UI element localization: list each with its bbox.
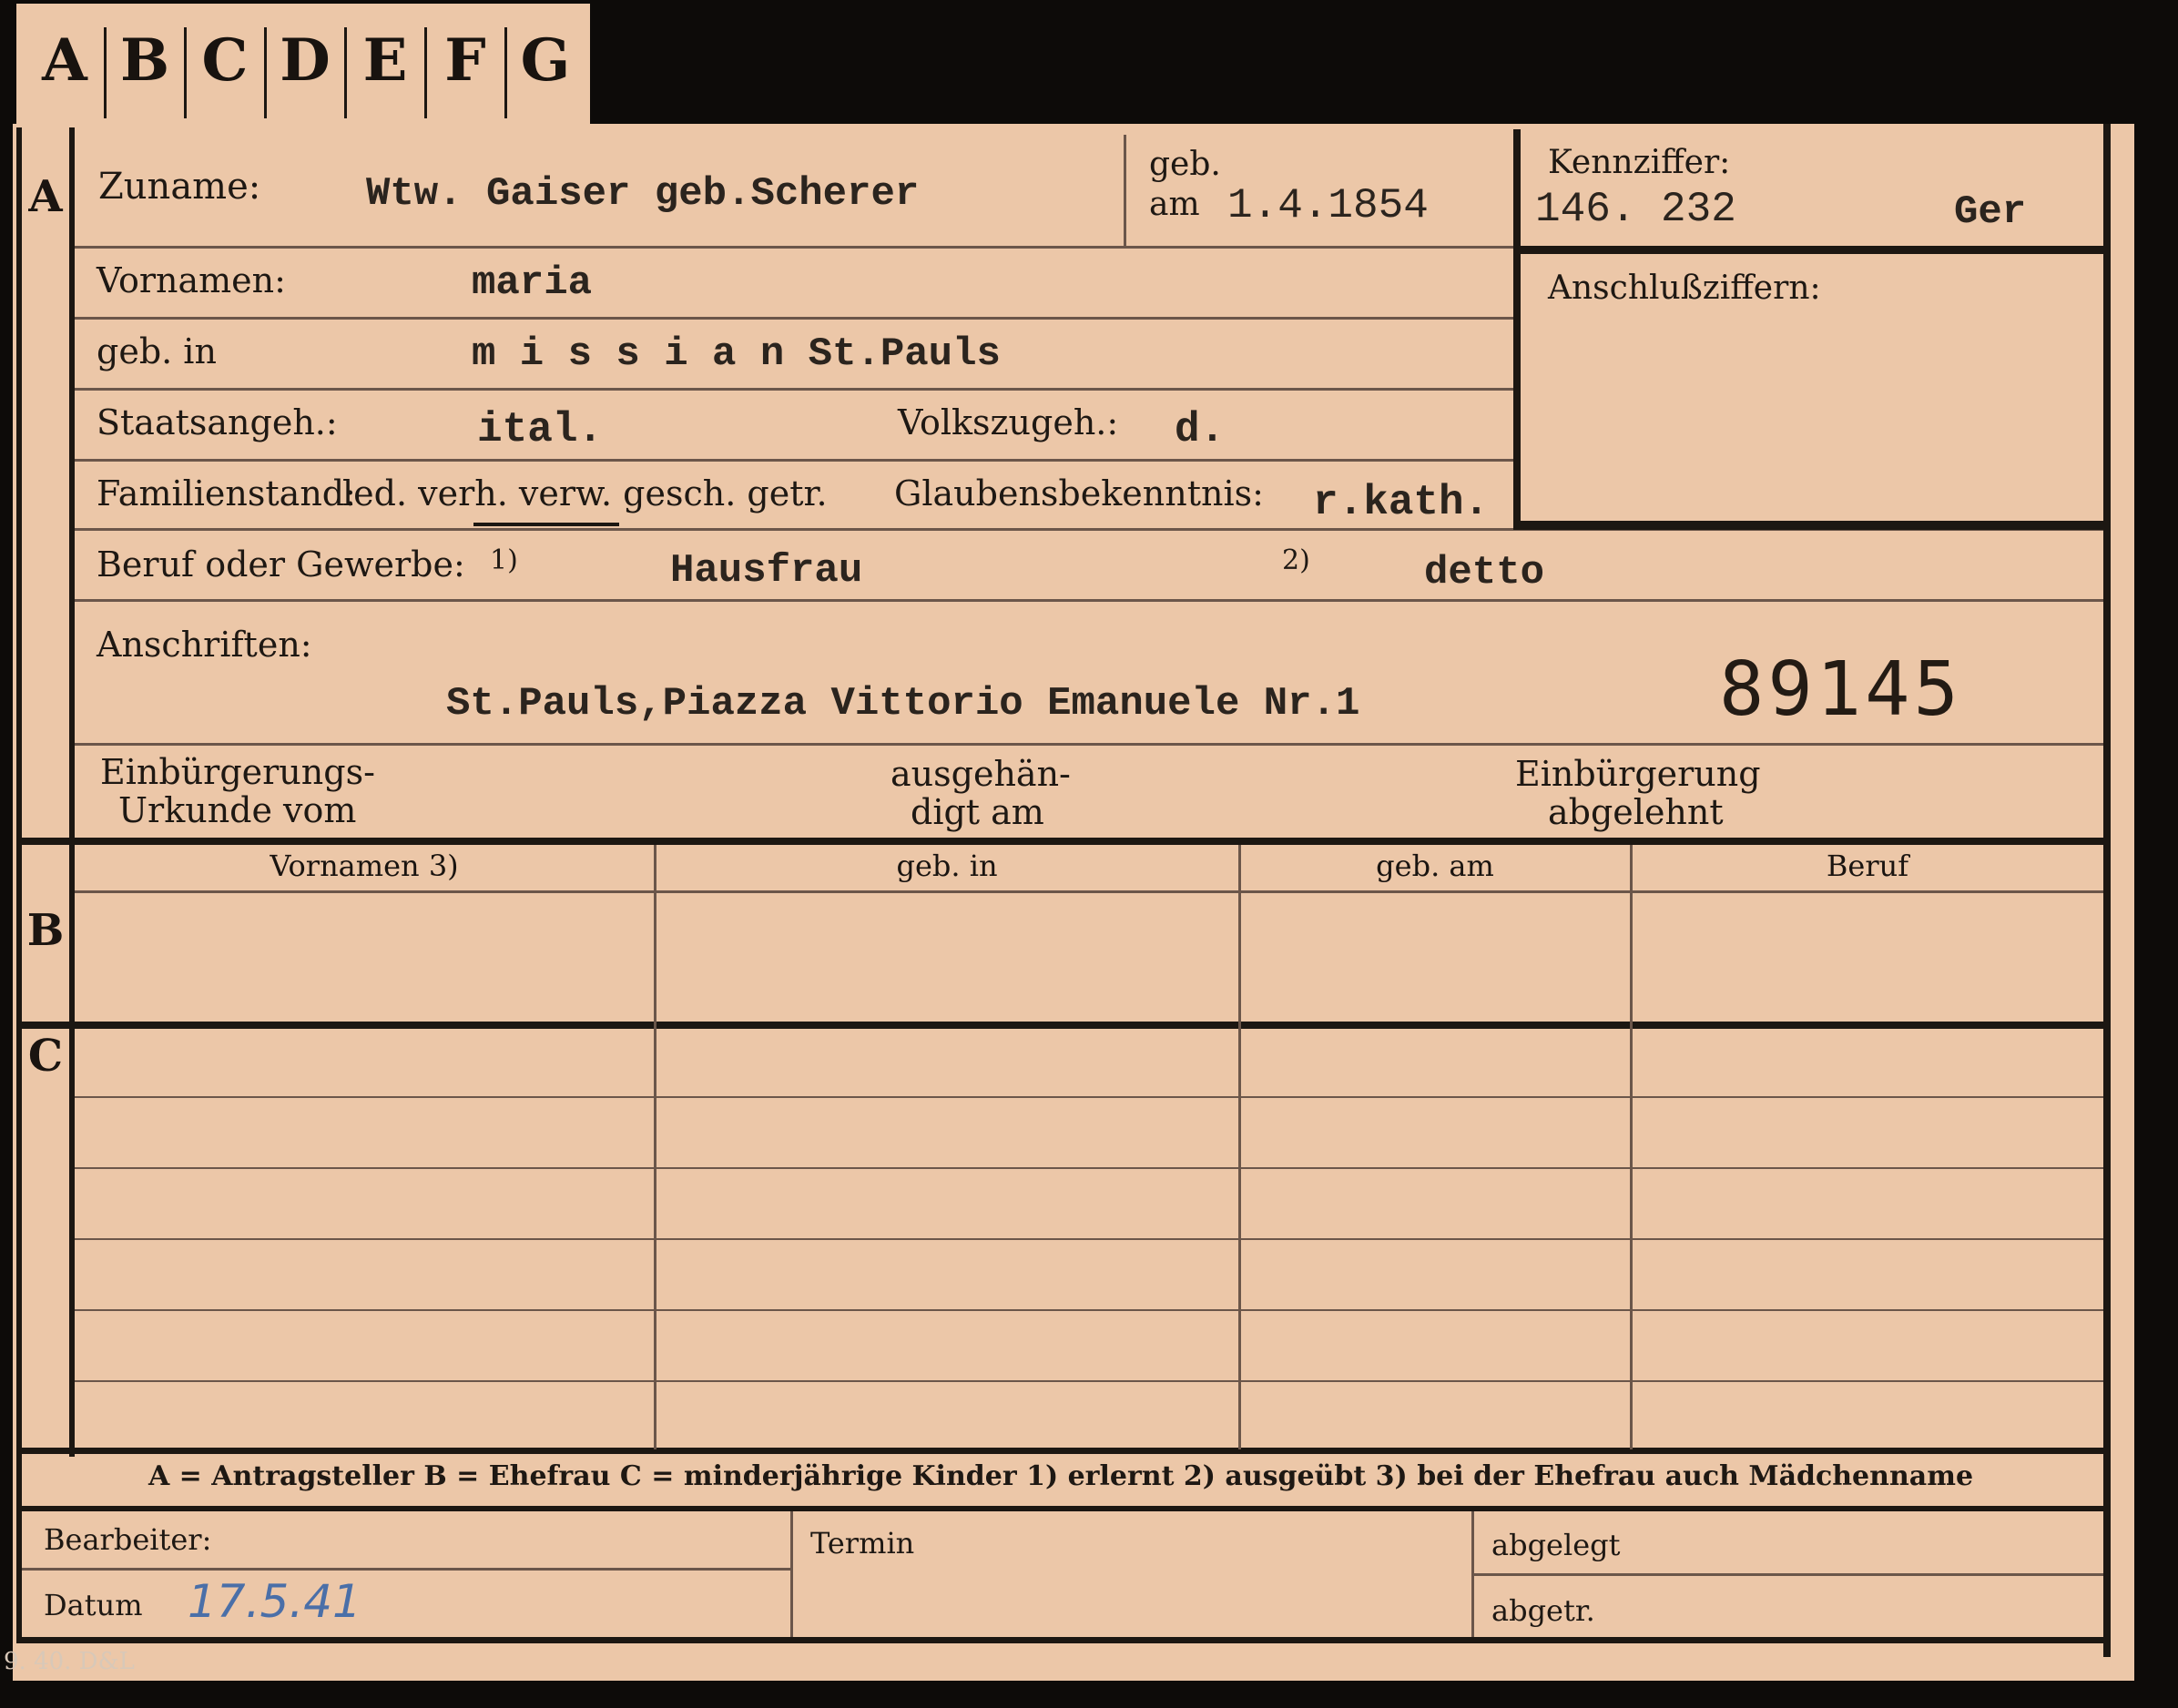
- geb-in-value: m i s s i a n St.Pauls: [472, 331, 1001, 377]
- glauben-value: r.kath.: [1313, 479, 1490, 526]
- familien-underline: [473, 523, 619, 526]
- tab-divider: [504, 27, 507, 118]
- geb-am-label-2: am: [1149, 186, 1200, 223]
- row-line: [75, 317, 1513, 320]
- footer-divider: [790, 1511, 793, 1637]
- termin-label: Termin: [810, 1526, 915, 1561]
- row-line: [75, 743, 2103, 746]
- staats-value: ital.: [477, 406, 604, 453]
- row-line: [75, 388, 1513, 391]
- section-a-spine: [69, 127, 75, 1457]
- table-header-vornamen: Vornamen 3): [270, 849, 459, 883]
- anschriften-value: St.Pauls,Piazza Vittorio Emanuele Nr.1: [446, 681, 1360, 727]
- row-line: [75, 246, 1513, 249]
- frame-right: [2103, 124, 2111, 1657]
- einb-abgelehnt-label-2: abgelehnt: [1548, 792, 1724, 832]
- ausgehaend-label-1: ausgehän-: [891, 754, 1071, 794]
- tab-divider: [104, 27, 107, 118]
- abgetr-label: abgetr.: [1491, 1593, 1595, 1628]
- tab-a: A: [42, 25, 87, 95]
- tab-divider: [424, 27, 427, 118]
- table-header-beruf: Beruf: [1826, 849, 1909, 883]
- bearbeiter-label: Bearbeiter:: [44, 1522, 212, 1557]
- familien-options: led. verh. verw. gesch. getr.: [342, 473, 828, 513]
- stamp-number: 89145: [1719, 646, 1962, 733]
- geb-am-divider: [1124, 135, 1126, 246]
- abgelegt-label: abgelegt: [1491, 1528, 1621, 1562]
- table-column-line: [1630, 845, 1633, 1449]
- beruf-note-1: 1): [490, 544, 518, 576]
- tab-d: D: [280, 25, 331, 95]
- geb-am-value: 1.4.1854: [1227, 182, 1429, 229]
- row-line: [75, 599, 2103, 602]
- table-row-line: [75, 1309, 2103, 1311]
- datum-value: 17.5.41: [188, 1575, 361, 1628]
- beruf-value-1: Hausfrau: [670, 548, 863, 594]
- tab-divider: [264, 27, 267, 118]
- table-row-line: [75, 1380, 2103, 1382]
- table-header-geb-am: geb. am: [1376, 849, 1494, 883]
- footer-row-line: [1473, 1573, 2103, 1576]
- table-column-line: [1238, 845, 1241, 1449]
- table-header-geb-in: geb. in: [896, 849, 998, 883]
- section-b-top: [16, 838, 2103, 845]
- einb-urkunde-label-2: Urkunde vom: [118, 790, 357, 830]
- kennziffer-code: Ger: [1954, 189, 2027, 235]
- table-header-line: [75, 890, 2103, 893]
- staats-label: Staatsangeh.:: [97, 402, 338, 442]
- vornamen-value: maria: [472, 260, 593, 306]
- zuname-value: Wtw. Gaiser geb.Scherer: [366, 171, 920, 217]
- anschluss-label: Anschlußziffern:: [1548, 269, 1821, 307]
- frame-bottom: [16, 1637, 2111, 1643]
- ausgehaend-label-2: digt am: [911, 792, 1044, 832]
- zuname-label: Zuname:: [98, 166, 261, 208]
- datum-label: Datum: [44, 1588, 143, 1622]
- familien-label: Familienstand:: [97, 473, 356, 513]
- vornamen-label: Vornamen:: [97, 260, 286, 300]
- tab-g: G: [520, 25, 571, 95]
- table-bottom: [16, 1448, 2103, 1454]
- kennziffer-value: 146. 232: [1535, 186, 1736, 233]
- legend-bottom: [16, 1506, 2103, 1511]
- tab-f: F: [444, 25, 486, 95]
- beruf-value-2: detto: [1424, 550, 1545, 595]
- tab-divider: [184, 27, 187, 118]
- volks-value: d.: [1175, 406, 1226, 453]
- volks-label: Volkszugeh.:: [898, 402, 1119, 442]
- table-row-line: [75, 1096, 2103, 1098]
- tab-c: C: [201, 25, 249, 95]
- geb-am-label-1: geb.: [1149, 146, 1221, 183]
- section-letter-b: B: [26, 905, 65, 956]
- kennziffer-box-mid: [1513, 246, 2103, 254]
- section-letter-c: C: [27, 1031, 64, 1082]
- legend: A = Antragsteller B = Ehefrau C = minder…: [148, 1460, 1974, 1492]
- beruf-note-2: 2): [1282, 544, 1310, 576]
- frame-left: [16, 127, 22, 1639]
- kennziffer-box-left: [1513, 129, 1521, 530]
- kennziffer-label: Kennziffer:: [1548, 144, 1731, 181]
- row-line: [75, 459, 1513, 462]
- footer-row-line: [22, 1568, 790, 1571]
- kennziffer-box-bottom: [1513, 521, 2103, 530]
- table-row-line: [75, 1238, 2103, 1240]
- beruf-label: Beruf oder Gewerbe:: [97, 544, 465, 585]
- einb-abgelehnt-label-1: Einbürgerung: [1515, 754, 1761, 794]
- section-letter-a: A: [28, 171, 63, 222]
- anschriften-label: Anschriften:: [97, 625, 312, 665]
- section-c-top: [16, 1022, 2103, 1029]
- geb-in-label: geb. in: [97, 331, 217, 371]
- print-code: 9. 40. D&L: [4, 1648, 135, 1675]
- glauben-label: Glaubensbekenntnis:: [894, 473, 1264, 513]
- tab-e: E: [362, 25, 408, 95]
- tab-divider: [344, 27, 347, 118]
- table-column-line: [654, 845, 656, 1449]
- table-row-line: [75, 1167, 2103, 1169]
- tab-b: B: [119, 25, 170, 95]
- einb-urkunde-label-1: Einbürgerungs-: [100, 752, 375, 792]
